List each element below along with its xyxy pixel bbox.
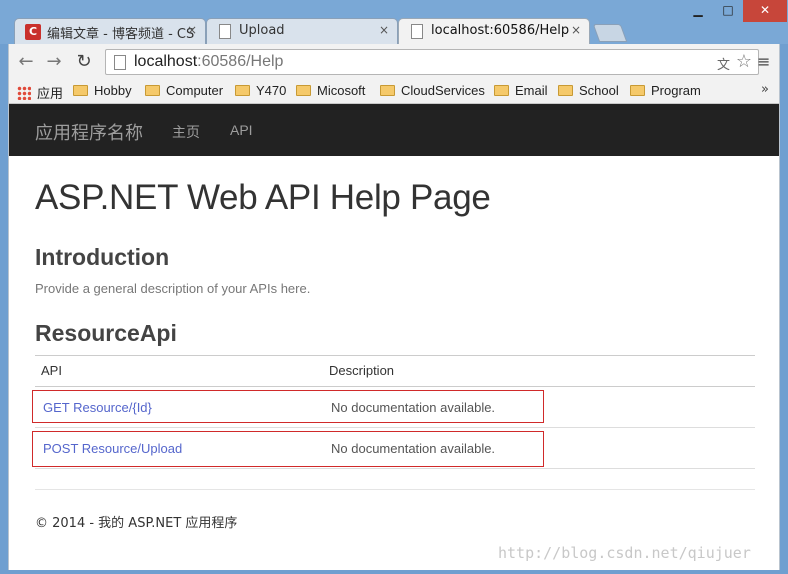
bookmark-hobby[interactable]: Hobby [73,83,132,98]
header-api: API [41,363,62,378]
tab-csdn[interactable]: C 编辑文章 - 博客频道 - CS × [14,18,206,44]
bookmark-school[interactable]: School [558,83,619,98]
bookmark-computer[interactable]: Computer [145,83,223,98]
bookmark-label: Micosoft [317,83,366,98]
resource-heading: ResourceApi [35,320,177,346]
footer-divider [35,489,755,490]
tab-upload[interactable]: Upload × [206,18,398,44]
intro-heading: Introduction [35,244,170,270]
web-page: 应用程序名称 主页 API ASP.NET Web API Help Page … [8,104,780,570]
bookmark-label: Computer [166,83,224,98]
header-description: Description [329,363,395,378]
tab-help[interactable]: localhost:60586/Help × [398,18,590,44]
api-description: No documentation available. [331,441,496,456]
header-bottom-border [35,386,755,387]
folder-icon [494,85,509,96]
close-icon[interactable]: × [187,23,197,37]
url-host: localhost [134,53,198,70]
api-link-get-resource[interactable]: GET Resource/{Id} [43,400,152,415]
bookmark-label: 应用 [37,86,64,101]
address-bar[interactable]: localhost:60586/Help 文 ☆ [105,49,759,75]
page-icon [219,24,231,39]
nav-api[interactable]: API [230,122,253,138]
browser-window: C 编辑文章 - 博客频道 - CS × Upload × localhost:… [0,0,788,574]
api-description: No documentation available. [331,400,496,415]
folder-icon [380,85,395,96]
folder-icon [296,85,311,96]
translate-icon[interactable]: 文 [717,54,730,73]
close-icon[interactable]: × [379,23,389,37]
tab-title: 编辑文章 - 博客频道 - CS [47,27,195,42]
star-icon[interactable]: ☆ [736,51,752,72]
tab-title: Upload [239,23,285,38]
bookmark-label: Y470 [256,83,287,98]
close-icon[interactable]: × [571,23,581,37]
folder-icon [558,85,573,96]
folder-icon [145,85,160,96]
app-brand[interactable]: 应用程序名称 [35,119,143,145]
bookmark-label: Hobby [94,83,132,98]
bookmark-email[interactable]: Email [494,83,548,98]
bookmark-micosoft[interactable]: Micosoft [296,83,365,98]
page-title: ASP.NET Web API Help Page [35,178,491,217]
folder-icon [73,85,88,96]
bookmarks-overflow-icon[interactable]: » [761,82,769,97]
row-divider [35,468,755,469]
bookmark-y470[interactable]: Y470 [235,83,286,98]
browser-toolbar: ← → ↻ localhost:60586/Help 文 ☆ ≡ [8,44,780,80]
bookmark-label: School [579,83,619,98]
minimize-button[interactable]: ▁ [683,0,713,22]
csdn-logo-icon: C [25,24,41,40]
folder-icon [630,85,645,96]
folder-icon [235,85,250,96]
menu-icon[interactable]: ≡ [757,52,773,71]
tab-title: localhost:60586/Help [431,23,570,38]
bookmark-label: CloudServices [401,83,485,98]
bookmark-apps[interactable]: 应用 [17,83,63,102]
nav-home[interactable]: 主页 [172,122,200,142]
intro-text: Provide a general description of your AP… [35,281,311,296]
reload-icon[interactable]: ↻ [73,51,95,72]
page-icon [411,24,423,39]
row-divider [35,427,755,428]
url-rest: :60586/Help [197,53,284,70]
maximize-button[interactable]: □ [713,0,743,22]
back-arrow-icon[interactable]: ← [15,51,37,72]
footer-copyright: © 2014 - 我的 ASP.NET 应用程序 [35,516,238,531]
bookmarks-bar: 应用 Hobby Computer Y470 Micosoft CloudSer… [8,80,780,104]
forward-arrow-icon[interactable]: → [43,51,65,72]
bookmark-program[interactable]: Program [630,83,701,98]
bookmark-label: Program [651,83,701,98]
bookmark-cloudservices[interactable]: CloudServices [380,83,485,98]
app-navbar: 应用程序名称 主页 API [9,104,779,156]
bookmark-label: Email [515,83,548,98]
table-top-border [35,355,755,356]
apps-grid-icon [17,86,31,100]
page-icon [114,55,126,70]
url-text[interactable]: localhost:60586/Help [134,53,283,71]
close-window-button[interactable]: ✕ [743,0,787,22]
api-link-post-upload[interactable]: POST Resource/Upload [43,441,182,456]
watermark: http://blog.csdn.net/qiujuer [498,544,751,562]
